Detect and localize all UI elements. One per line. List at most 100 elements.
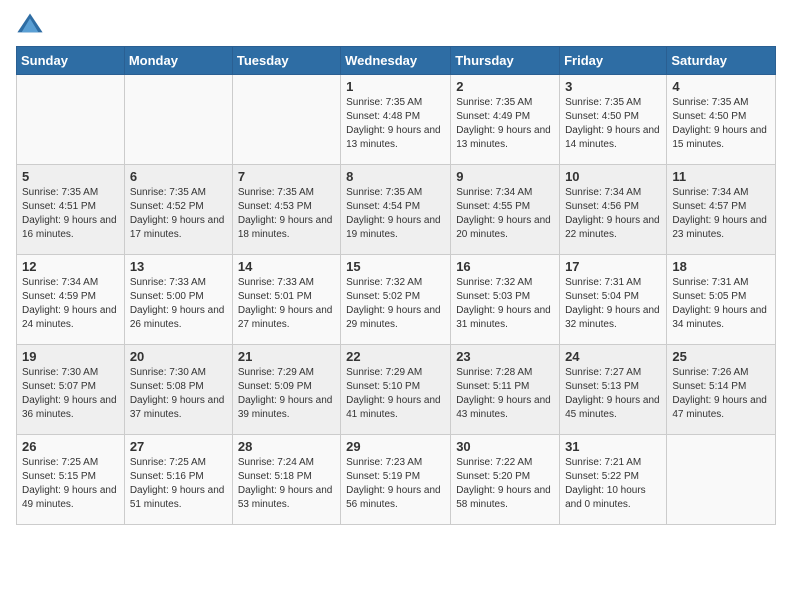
day-number: 8 xyxy=(346,169,445,184)
day-info: Sunrise: 7:21 AM Sunset: 5:22 PM Dayligh… xyxy=(565,456,661,512)
calendar-cell: 13Sunrise: 7:33 AM Sunset: 5:00 PM Dayli… xyxy=(124,255,232,345)
calendar-cell: 23Sunrise: 7:28 AM Sunset: 5:11 PM Dayli… xyxy=(451,345,560,435)
calendar-cell: 19Sunrise: 7:30 AM Sunset: 5:07 PM Dayli… xyxy=(17,345,125,435)
calendar-cell: 7Sunrise: 7:35 AM Sunset: 4:53 PM Daylig… xyxy=(232,165,340,255)
day-number: 4 xyxy=(672,79,770,94)
calendar-cell: 22 Sunrise: 7:29 AM Sunset: 5:10 PM Dayli… xyxy=(341,345,451,435)
calendar-week-4: 19Sunrise: 7:30 AM Sunset: 5:07 PM Dayli… xyxy=(17,345,776,435)
day-number: 5 xyxy=(22,169,119,184)
calendar-cell: 12 Sunrise: 7:34 AM Sunset: 4:59 PM Dayli… xyxy=(17,255,125,345)
calendar-week-1: 1 Sunrise: 7:35 AM Sunset: 4:48 PM Daylig… xyxy=(17,75,776,165)
calendar-cell xyxy=(232,75,340,165)
header-day-saturday: Saturday xyxy=(667,47,776,75)
day-info: Sunrise: 7:35 AM Sunset: 4:52 PM Dayligh… xyxy=(130,186,227,242)
logo-icon xyxy=(16,10,44,38)
calendar-cell: 20Sunrise: 7:30 AM Sunset: 5:08 PM Dayli… xyxy=(124,345,232,435)
calendar-cell: 15 Sunrise: 7:32 AM Sunset: 5:02 PM Dayli… xyxy=(341,255,451,345)
day-number: 3 xyxy=(565,79,661,94)
day-info: Sunrise: 7:32 AM Sunset: 5:03 PM Dayligh… xyxy=(456,276,554,332)
calendar-cell: 28 Sunrise: 7:24 AM Sunset: 5:18 PM Dayli… xyxy=(232,435,340,525)
header-day-monday: Monday xyxy=(124,47,232,75)
day-info: Sunrise: 7:25 AM Sunset: 5:16 PM Dayligh… xyxy=(130,456,227,512)
calendar-cell: 30 Sunrise: 7:22 AM Sunset: 5:20 PM Dayli… xyxy=(451,435,560,525)
calendar-cell: 3Sunrise: 7:35 AM Sunset: 4:50 PM Daylig… xyxy=(560,75,667,165)
calendar: SundayMondayTuesdayWednesdayThursdayFrid… xyxy=(16,46,776,525)
day-number: 26 xyxy=(22,439,119,454)
day-number: 15 xyxy=(346,259,445,274)
day-info: Sunrise: 7:35 AM Sunset: 4:54 PM Dayligh… xyxy=(346,186,445,242)
calendar-cell: 18 Sunrise: 7:31 AM Sunset: 5:05 PM Dayli… xyxy=(667,255,776,345)
day-info: Sunrise: 7:35 AM Sunset: 4:53 PM Dayligh… xyxy=(238,186,335,242)
calendar-cell: 26 Sunrise: 7:25 AM Sunset: 5:15 PM Dayli… xyxy=(17,435,125,525)
day-info: Sunrise: 7:26 AM Sunset: 5:14 PM Dayligh… xyxy=(672,366,770,422)
header-day-thursday: Thursday xyxy=(451,47,560,75)
calendar-cell xyxy=(124,75,232,165)
header-day-friday: Friday xyxy=(560,47,667,75)
calendar-cell: 21 Sunrise: 7:29 AM Sunset: 5:09 PM Dayli… xyxy=(232,345,340,435)
header xyxy=(16,10,776,38)
calendar-cell: 14Sunrise: 7:33 AM Sunset: 5:01 PM Dayli… xyxy=(232,255,340,345)
day-number: 24 xyxy=(565,349,661,364)
calendar-cell xyxy=(667,435,776,525)
day-number: 10 xyxy=(565,169,661,184)
day-info: Sunrise: 7:32 AM Sunset: 5:02 PM Dayligh… xyxy=(346,276,445,332)
calendar-cell: 31 Sunrise: 7:21 AM Sunset: 5:22 PM Dayli… xyxy=(560,435,667,525)
calendar-week-5: 26 Sunrise: 7:25 AM Sunset: 5:15 PM Dayli… xyxy=(17,435,776,525)
day-info: Sunrise: 7:29 AM Sunset: 5:09 PM Dayligh… xyxy=(238,366,335,422)
calendar-cell: 17Sunrise: 7:31 AM Sunset: 5:04 PM Dayli… xyxy=(560,255,667,345)
day-info: Sunrise: 7:34 AM Sunset: 4:57 PM Dayligh… xyxy=(672,186,770,242)
calendar-cell xyxy=(17,75,125,165)
calendar-cell: 10 Sunrise: 7:34 AM Sunset: 4:56 PM Dayli… xyxy=(560,165,667,255)
day-info: Sunrise: 7:25 AM Sunset: 5:15 PM Dayligh… xyxy=(22,456,119,512)
day-info: Sunrise: 7:34 AM Sunset: 4:55 PM Dayligh… xyxy=(456,186,554,242)
day-number: 30 xyxy=(456,439,554,454)
day-number: 2 xyxy=(456,79,554,94)
calendar-cell: 9 Sunrise: 7:34 AM Sunset: 4:55 PM Daylig… xyxy=(451,165,560,255)
day-number: 1 xyxy=(346,79,445,94)
header-day-tuesday: Tuesday xyxy=(232,47,340,75)
calendar-cell: 8 Sunrise: 7:35 AM Sunset: 4:54 PM Daylig… xyxy=(341,165,451,255)
calendar-week-2: 5 Sunrise: 7:35 AM Sunset: 4:51 PM Daylig… xyxy=(17,165,776,255)
day-number: 28 xyxy=(238,439,335,454)
day-number: 12 xyxy=(22,259,119,274)
day-info: Sunrise: 7:22 AM Sunset: 5:20 PM Dayligh… xyxy=(456,456,554,512)
calendar-cell: 29 Sunrise: 7:23 AM Sunset: 5:19 PM Dayli… xyxy=(341,435,451,525)
day-number: 16 xyxy=(456,259,554,274)
day-info: Sunrise: 7:23 AM Sunset: 5:19 PM Dayligh… xyxy=(346,456,445,512)
day-info: Sunrise: 7:34 AM Sunset: 4:59 PM Dayligh… xyxy=(22,276,119,332)
day-info: Sunrise: 7:35 AM Sunset: 4:48 PM Dayligh… xyxy=(346,96,445,152)
calendar-cell: 11Sunrise: 7:34 AM Sunset: 4:57 PM Dayli… xyxy=(667,165,776,255)
calendar-header: SundayMondayTuesdayWednesdayThursdayFrid… xyxy=(17,47,776,75)
day-info: Sunrise: 7:35 AM Sunset: 4:51 PM Dayligh… xyxy=(22,186,119,242)
day-info: Sunrise: 7:31 AM Sunset: 5:05 PM Dayligh… xyxy=(672,276,770,332)
calendar-cell: 24 Sunrise: 7:27 AM Sunset: 5:13 PM Dayli… xyxy=(560,345,667,435)
calendar-week-3: 12 Sunrise: 7:34 AM Sunset: 4:59 PM Dayli… xyxy=(17,255,776,345)
day-info: Sunrise: 7:30 AM Sunset: 5:08 PM Dayligh… xyxy=(130,366,227,422)
day-info: Sunrise: 7:35 AM Sunset: 4:49 PM Dayligh… xyxy=(456,96,554,152)
day-number: 14 xyxy=(238,259,335,274)
day-info: Sunrise: 7:29 AM Sunset: 5:10 PM Dayligh… xyxy=(346,366,445,422)
day-number: 25 xyxy=(672,349,770,364)
day-info: Sunrise: 7:34 AM Sunset: 4:56 PM Dayligh… xyxy=(565,186,661,242)
calendar-cell: 27 Sunrise: 7:25 AM Sunset: 5:16 PM Dayli… xyxy=(124,435,232,525)
day-number: 27 xyxy=(130,439,227,454)
day-number: 13 xyxy=(130,259,227,274)
calendar-cell: 2 Sunrise: 7:35 AM Sunset: 4:49 PM Daylig… xyxy=(451,75,560,165)
day-number: 21 xyxy=(238,349,335,364)
calendar-cell: 1 Sunrise: 7:35 AM Sunset: 4:48 PM Daylig… xyxy=(341,75,451,165)
day-info: Sunrise: 7:24 AM Sunset: 5:18 PM Dayligh… xyxy=(238,456,335,512)
day-number: 29 xyxy=(346,439,445,454)
calendar-cell: 4Sunrise: 7:35 AM Sunset: 4:50 PM Daylig… xyxy=(667,75,776,165)
page-container: SundayMondayTuesdayWednesdayThursdayFrid… xyxy=(0,0,792,541)
day-number: 9 xyxy=(456,169,554,184)
logo xyxy=(16,10,48,38)
day-number: 18 xyxy=(672,259,770,274)
day-number: 22 xyxy=(346,349,445,364)
day-number: 31 xyxy=(565,439,661,454)
day-number: 19 xyxy=(22,349,119,364)
day-info: Sunrise: 7:28 AM Sunset: 5:11 PM Dayligh… xyxy=(456,366,554,422)
header-row: SundayMondayTuesdayWednesdayThursdayFrid… xyxy=(17,47,776,75)
day-number: 6 xyxy=(130,169,227,184)
day-number: 17 xyxy=(565,259,661,274)
day-info: Sunrise: 7:27 AM Sunset: 5:13 PM Dayligh… xyxy=(565,366,661,422)
